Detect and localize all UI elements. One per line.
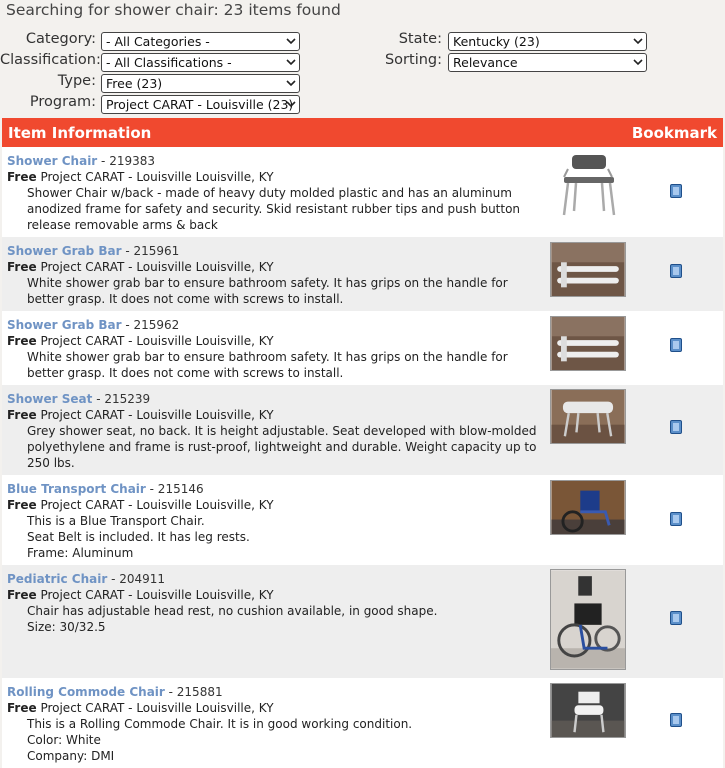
table-row: Shower Grab Bar - 215962 Free Project CA… [2, 311, 723, 385]
chevron-down-icon [633, 38, 643, 45]
sorting-select[interactable]: Relevance [448, 53, 647, 72]
item-description: Seat Belt is included. It has leg rests. [27, 530, 250, 544]
item-description: Company: DMI [27, 749, 115, 763]
item-title-link[interactable]: Shower Grab Bar [7, 318, 122, 332]
item-description: Size: 30/32.5 [27, 620, 106, 634]
item-program: Project CARAT - Louisville Louisville, K… [36, 260, 274, 274]
item-thumbnail[interactable] [550, 389, 626, 444]
table-row: Pediatric Chair - 204911 Free Project CA… [2, 565, 723, 678]
item-program: Project CARAT - Louisville Louisville, K… [36, 701, 274, 715]
item-id: - 219383 [97, 154, 156, 168]
chevron-down-icon [286, 59, 296, 66]
bookmark-icon[interactable] [670, 338, 682, 352]
table-row: Shower Chair - 219383 Free Project CARAT… [2, 147, 723, 237]
item-thumbnail[interactable] [550, 683, 626, 738]
item-id: - 215881 [164, 685, 223, 699]
type-select[interactable]: Free (23) [101, 74, 300, 93]
item-id: - 204911 [107, 572, 166, 586]
item-description: White shower grab bar to ensure bathroom… [27, 276, 508, 306]
item-program: Project CARAT - Louisville Louisville, K… [36, 334, 274, 348]
chevron-down-icon [633, 59, 643, 66]
table-row: Shower Seat - 215239 Free Project CARAT … [2, 385, 723, 475]
item-type: Free [7, 170, 37, 184]
item-thumbnail[interactable] [550, 569, 626, 670]
item-id: - 215961 [121, 244, 180, 258]
item-description: Frame: Aluminum [27, 546, 134, 560]
item-information-header: Item Information [8, 124, 152, 142]
chevron-down-icon [286, 38, 296, 45]
state-label: State: [398, 31, 442, 47]
type-label: Type: [57, 73, 96, 89]
item-type: Free [7, 408, 37, 422]
bookmark-icon[interactable] [670, 264, 682, 278]
item-thumbnail[interactable] [550, 242, 626, 297]
item-description: This is a Rolling Commode Chair. It is i… [27, 717, 413, 731]
item-description: Shower Chair w/back - made of heavy duty… [27, 186, 521, 232]
table-row: Blue Transport Chair - 215146 Free Proje… [2, 475, 723, 565]
item-id: - 215146 [145, 482, 204, 496]
classification-label: Classification: [0, 52, 101, 68]
item-title-link[interactable]: Shower Seat [7, 392, 92, 406]
item-description: Color: White [27, 733, 101, 747]
table-row: Rolling Commode Chair - 215881 Free Proj… [2, 678, 723, 768]
item-description: Grey shower seat, no back. It is height … [27, 424, 537, 470]
item-type: Free [7, 701, 37, 715]
item-program: Project CARAT - Louisville Louisville, K… [36, 588, 274, 602]
item-program: Project CARAT - Louisville Louisville, K… [36, 408, 274, 422]
item-title-link[interactable]: Shower Grab Bar [7, 244, 122, 258]
sorting-label: Sorting: [384, 52, 442, 68]
results-list: Shower Chair - 219383 Free Project CARAT… [2, 147, 723, 768]
chevron-down-icon [286, 101, 296, 108]
bookmark-icon[interactable] [670, 713, 682, 727]
item-title-link[interactable]: Pediatric Chair [7, 572, 107, 586]
bookmark-icon[interactable] [670, 420, 682, 434]
item-description: White shower grab bar to ensure bathroom… [27, 350, 508, 380]
item-description: This is a Blue Transport Chair. [27, 514, 205, 528]
item-type: Free [7, 588, 37, 602]
item-title-link[interactable]: Blue Transport Chair [7, 482, 146, 496]
table-row: Shower Grab Bar - 215961 Free Project CA… [2, 237, 723, 311]
state-select[interactable]: Kentucky (23) [448, 32, 647, 51]
item-thumbnail[interactable] [550, 480, 626, 535]
item-title-link[interactable]: Shower Chair [7, 154, 97, 168]
item-type: Free [7, 498, 37, 512]
bookmark-icon[interactable] [670, 512, 682, 526]
item-title-link[interactable]: Rolling Commode Chair [7, 685, 165, 699]
search-results-heading: Searching for shower chair: 23 items fou… [6, 1, 341, 19]
item-id: - 215962 [121, 318, 180, 332]
bookmark-icon[interactable] [670, 184, 682, 198]
category-label: Category: [25, 31, 96, 47]
item-type: Free [7, 334, 37, 348]
results-table-header: Item Information Bookmark [2, 118, 723, 147]
item-program: Project CARAT - Louisville Louisville, K… [36, 170, 274, 184]
bookmark-header: Bookmark [631, 124, 717, 142]
program-select[interactable]: Project CARAT - Louisville (23) [101, 95, 300, 114]
chevron-down-icon [286, 80, 296, 87]
item-id: - 215239 [92, 392, 151, 406]
item-thumbnail[interactable] [550, 316, 626, 371]
program-label: Program: [29, 94, 96, 110]
item-type: Free [7, 260, 37, 274]
category-select[interactable]: - All Categories - [101, 32, 300, 51]
item-description: Chair has adjustable head rest, no cushi… [27, 604, 438, 618]
item-program: Project CARAT - Louisville Louisville, K… [36, 498, 274, 512]
bookmark-icon[interactable] [670, 611, 682, 625]
classification-select[interactable]: - All Classifications - [101, 53, 300, 72]
item-thumbnail[interactable] [550, 151, 626, 220]
